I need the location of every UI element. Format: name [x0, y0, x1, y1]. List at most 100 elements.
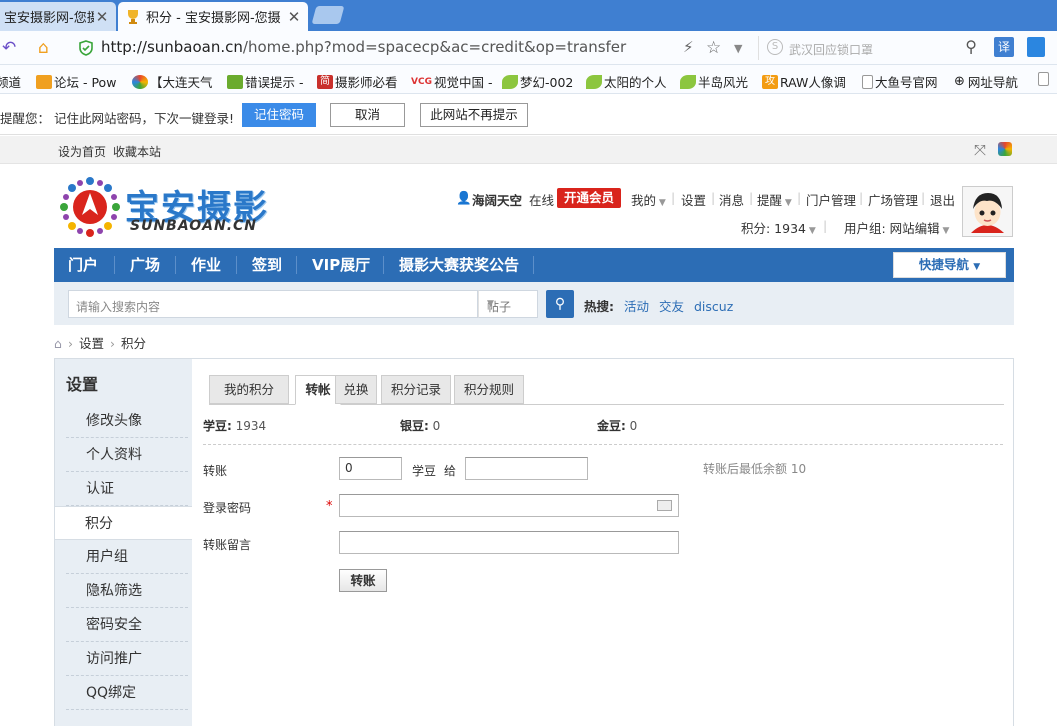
gong-icon: 攻: [762, 74, 778, 89]
bookmark-item[interactable]: 梦幻-002: [502, 72, 573, 91]
never-prompt-button[interactable]: 此网站不再提示: [420, 103, 528, 127]
sidebar-item-qq[interactable]: QQ绑定: [66, 676, 188, 710]
close-icon[interactable]: ✕: [286, 8, 302, 26]
star-icon[interactable]: ☆: [706, 38, 721, 58]
browser-tab-active[interactable]: 积分 - 宝安摄影网-您摄 ✕: [118, 2, 308, 31]
add-favorite-link[interactable]: 收藏本站: [113, 143, 161, 160]
portal-admin-link[interactable]: 门户管理: [806, 190, 856, 209]
breadcrumb: ⌂ › 设置 › 积分: [54, 336, 146, 351]
lightning-icon[interactable]: ⚡: [683, 38, 694, 56]
coin-yindou: 银豆: 0: [400, 419, 441, 433]
reminder-link[interactable]: 提醒 ▼: [757, 190, 792, 209]
quick-nav-button[interactable]: 快捷导航 ▼: [893, 252, 1006, 278]
sidebar-item-promotion[interactable]: 访问推广: [66, 642, 188, 676]
nav-item-square[interactable]: 广场: [130, 248, 160, 282]
bookmark-item[interactable]: 简摄影师必看: [317, 72, 398, 91]
extension-icon[interactable]: [1027, 37, 1045, 57]
sidebar-item-usergroup[interactable]: 用户组: [66, 540, 188, 574]
bookmark-item[interactable]: 错误提示 -: [227, 72, 303, 91]
username-link[interactable]: 海阔天空: [472, 190, 522, 209]
home-icon[interactable]: ⌂: [54, 336, 62, 351]
sidebar-item-privacy[interactable]: 隐私筛选: [66, 574, 188, 608]
site-search-input[interactable]: 请输入搜索内容: [68, 290, 478, 318]
sidebar-item-verify[interactable]: 认证: [66, 472, 188, 506]
settings-link[interactable]: 设置: [681, 190, 706, 209]
divider: [203, 444, 1003, 445]
tab-exchange[interactable]: 兑换: [335, 375, 377, 404]
chevron-down-icon[interactable]: ▼: [734, 42, 742, 55]
nav-item-portal[interactable]: 门户: [68, 248, 98, 282]
bookmark-item[interactable]: 【大连天气: [132, 72, 213, 91]
sidebar-title: 设置: [66, 375, 99, 394]
hot-search-link[interactable]: 交友: [659, 299, 684, 314]
browser-tab-title: 宝安摄影网-您摄影: [4, 11, 94, 26]
bookmark-item[interactable]: 半岛风光: [680, 72, 748, 91]
password-prompt-message: 提醒您： 记住此网站密码，下次一键登录!: [0, 111, 234, 126]
nav-item-vip-hall[interactable]: VIP展厅: [312, 248, 370, 282]
fullscreen-icon[interactable]: ⤧: [974, 141, 986, 159]
bookmark-item[interactable]: 太阳的个人: [586, 72, 667, 91]
bookmark-item[interactable]: ⊕ 网址导航: [954, 72, 1018, 91]
messages-link[interactable]: 消息: [719, 190, 744, 209]
bookmark-item[interactable]: [1038, 72, 1051, 86]
browser-search-box[interactable]: S 武汉回应锁口罩 ⚲: [758, 36, 983, 60]
sidebar-item-profile[interactable]: 个人资料: [66, 438, 188, 472]
sidebar-item-avatar[interactable]: 修改头像: [66, 404, 188, 438]
coin-xuedou: 学豆: 1934: [203, 419, 267, 433]
set-homepage-link[interactable]: 设为首页: [58, 143, 106, 160]
unit-label: 学豆: [412, 464, 437, 478]
close-icon[interactable]: ✕: [94, 8, 110, 26]
usergroup-menu[interactable]: 用户组: 网站编辑 ▼: [844, 218, 949, 237]
online-status[interactable]: 在线: [529, 190, 554, 209]
site-top-strip: 设为首页 收藏本站 ⤧: [0, 136, 1057, 164]
site-logo-emblem[interactable]: [58, 175, 122, 239]
logout-link[interactable]: 退出: [930, 190, 955, 209]
avatar-cartoon-icon: [963, 187, 1012, 236]
password-prompt-bar: 提醒您： 记住此网站密码，下次一键登录! 记住密码 取消 此网站不再提示: [0, 95, 1057, 135]
sidebar-item-password[interactable]: 密码安全: [66, 608, 188, 642]
keyboard-icon[interactable]: [657, 500, 672, 511]
remember-password-button[interactable]: 记住密码: [242, 103, 316, 127]
transfer-submit-button[interactable]: 转账: [339, 569, 387, 592]
home-icon[interactable]: ⌂: [38, 38, 49, 58]
min-balance-hint: 转账后最低余额 10: [703, 462, 807, 476]
vip-button[interactable]: 开通会员: [557, 188, 621, 208]
tree-icon: [227, 74, 243, 89]
bookmark-item[interactable]: VCG 视觉中国 -: [411, 72, 492, 91]
password-input[interactable]: [339, 494, 679, 517]
hot-search-link[interactable]: 活动: [624, 299, 649, 314]
search-type-select[interactable]: 帖子 ▼: [478, 290, 538, 318]
note-input[interactable]: [339, 531, 679, 554]
tab-my-credits[interactable]: 我的积分: [209, 375, 289, 404]
nav-item-homework[interactable]: 作业: [191, 248, 221, 282]
url-field[interactable]: http://sunbaoan.cn/home.php?mod=spacecp&…: [101, 38, 626, 56]
cancel-button[interactable]: 取消: [330, 103, 405, 127]
browser-tab[interactable]: 宝安摄影网-您摄影 ✕: [0, 2, 116, 31]
search-button[interactable]: ⚲: [546, 290, 574, 318]
sidebar-item-credits[interactable]: 积分: [55, 506, 192, 540]
back-icon[interactable]: ↶: [2, 38, 16, 58]
new-tab-button[interactable]: [311, 6, 345, 24]
color-theme-icon[interactable]: [998, 142, 1012, 156]
recipient-input[interactable]: [465, 457, 588, 480]
tab-credit-rules[interactable]: 积分规则: [454, 375, 524, 404]
nav-item-contest[interactable]: 摄影大赛获奖公告: [399, 248, 519, 282]
tab-credit-log[interactable]: 积分记录: [381, 375, 451, 404]
translate-icon[interactable]: 译: [994, 37, 1014, 57]
avatar[interactable]: [962, 186, 1013, 237]
square-admin-link[interactable]: 广场管理: [868, 190, 918, 209]
hot-search-link[interactable]: discuz: [694, 299, 733, 314]
credits-menu[interactable]: 积分: 1934 ▼: [741, 218, 816, 237]
leaf-icon: [502, 74, 518, 89]
my-menu-link[interactable]: 我的 ▼: [631, 190, 666, 209]
required-mark: *: [326, 499, 333, 514]
bookmark-item[interactable]: 频道: [0, 72, 21, 91]
search-icon[interactable]: ⚲: [965, 37, 977, 56]
breadcrumb-item[interactable]: 设置: [79, 336, 104, 351]
nav-item-checkin[interactable]: 签到: [252, 248, 282, 282]
bookmark-item[interactable]: 论坛 - Pow: [36, 72, 116, 91]
amount-input[interactable]: 0: [339, 457, 402, 480]
bookmark-item[interactable]: 大鱼号官网: [862, 72, 938, 91]
search-icon: ⚲: [554, 296, 566, 312]
bookmark-item[interactable]: 攻 RAW人像调: [762, 72, 846, 91]
